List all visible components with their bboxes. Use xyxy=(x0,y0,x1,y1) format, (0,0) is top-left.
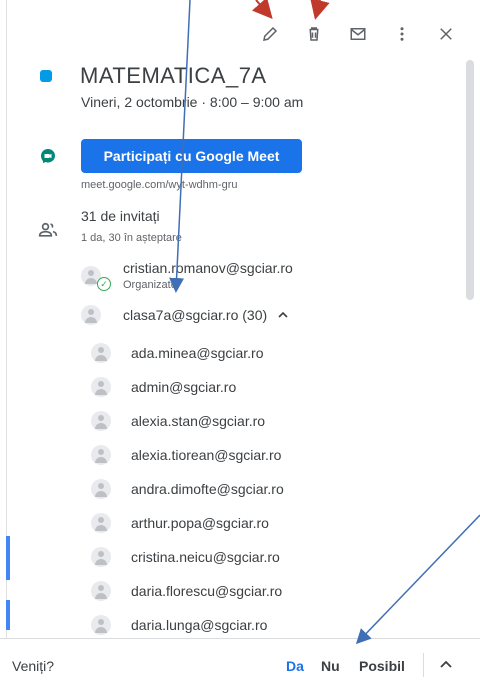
email-guests-button[interactable] xyxy=(336,20,380,48)
guest-avatar xyxy=(91,377,111,397)
guest-group-toggle[interactable]: clasa7a@sgciar.ro (30) xyxy=(123,307,289,323)
delete-button[interactable] xyxy=(292,20,336,48)
pencil-icon xyxy=(263,26,278,41)
event-title: MATEMATICA_7A xyxy=(80,63,267,88)
guest-group-label: clasa7a@sgciar.ro (30) xyxy=(123,307,268,323)
more-options-button[interactable] xyxy=(380,20,424,48)
google-meet-icon xyxy=(41,149,55,163)
guest-list-item[interactable]: alexia.tiorean@sgciar.ro xyxy=(0,440,460,470)
guest-email: daria.florescu@sgciar.ro xyxy=(131,583,283,599)
close-icon xyxy=(440,28,452,40)
trash-icon xyxy=(309,27,319,41)
join-meet-button[interactable]: Participați cu Google Meet xyxy=(81,139,302,173)
guest-avatar xyxy=(91,581,111,601)
chevron-up-icon xyxy=(278,311,288,318)
guest-avatar xyxy=(91,513,111,533)
guest-avatar xyxy=(91,445,111,465)
guest-list-item[interactable]: alexia.stan@sgciar.ro xyxy=(0,406,460,436)
scrollbar[interactable] xyxy=(466,60,474,300)
guest-list-item[interactable]: cristina.neicu@sgciar.ro xyxy=(0,542,460,572)
footer-divider xyxy=(423,653,424,677)
guest-email: daria.lunga@sgciar.ro xyxy=(131,617,268,633)
event-datetime: Vineri, 2 octombrie · 8:00 – 9:00 am xyxy=(81,94,304,110)
rsvp-question: Veniți? xyxy=(12,658,55,674)
annotation-arrow xyxy=(310,0,330,20)
mail-icon xyxy=(350,28,366,40)
guest-avatar xyxy=(91,479,111,499)
guest-list-item[interactable]: admin@sgciar.ro xyxy=(0,372,460,402)
rsvp-no-button[interactable]: Nu xyxy=(321,658,340,674)
meet-link[interactable]: meet.google.com/wyt-wdhm-gru xyxy=(81,179,238,191)
guests-count: 31 de invitați xyxy=(81,208,160,224)
event-title-row: MATEMATICA_7A xyxy=(40,63,267,89)
guest-list-item[interactable]: ada.minea@sgciar.ro xyxy=(0,338,460,368)
guest-email: cristina.neicu@sgciar.ro xyxy=(131,549,280,565)
guest-email: alexia.tiorean@sgciar.ro xyxy=(131,447,282,463)
guest-email: andra.dimofte@sgciar.ro xyxy=(131,481,284,497)
event-toolbar xyxy=(248,20,468,48)
group-avatar xyxy=(81,305,101,325)
guest-list-item[interactable]: daria.florescu@sgciar.ro xyxy=(0,576,460,606)
more-vert-icon xyxy=(400,27,404,41)
guests-summary: 1 da, 30 în așteptare xyxy=(81,232,182,244)
guest-email: admin@sgciar.ro xyxy=(131,379,237,395)
check-icon: ✓ xyxy=(97,277,111,291)
guest-avatar xyxy=(91,411,111,431)
annotation-arrow xyxy=(251,0,273,20)
guest-avatar xyxy=(91,343,111,363)
guest-avatar xyxy=(91,547,111,567)
event-color-swatch xyxy=(40,70,52,82)
guest-email: arthur.popa@sgciar.ro xyxy=(131,515,269,531)
guest-list-item[interactable]: andra.dimofte@sgciar.ro xyxy=(0,474,460,504)
close-button[interactable] xyxy=(424,20,468,48)
people-icon xyxy=(38,222,58,237)
event-details-panel: MATEMATICA_7A Vineri, 2 octombrie · 8:00… xyxy=(0,0,480,691)
rsvp-footer: Veniți? Da Nu Posibil xyxy=(0,638,480,691)
edit-button[interactable] xyxy=(248,20,292,48)
guest-avatar xyxy=(91,615,111,635)
organizer-email[interactable]: cristian.romanov@sgciar.ro xyxy=(123,260,293,276)
chevron-up-icon[interactable] xyxy=(438,657,454,673)
guest-list-item[interactable]: arthur.popa@sgciar.ro xyxy=(0,508,460,538)
guest-email: ada.minea@sgciar.ro xyxy=(131,345,264,361)
organizer-role: Organizator xyxy=(123,279,181,291)
rsvp-yes-button[interactable]: Da xyxy=(286,658,304,674)
guest-list-item[interactable]: daria.lunga@sgciar.ro xyxy=(0,610,460,640)
guest-email: alexia.stan@sgciar.ro xyxy=(131,413,266,429)
rsvp-maybe-button[interactable]: Posibil xyxy=(359,658,405,674)
